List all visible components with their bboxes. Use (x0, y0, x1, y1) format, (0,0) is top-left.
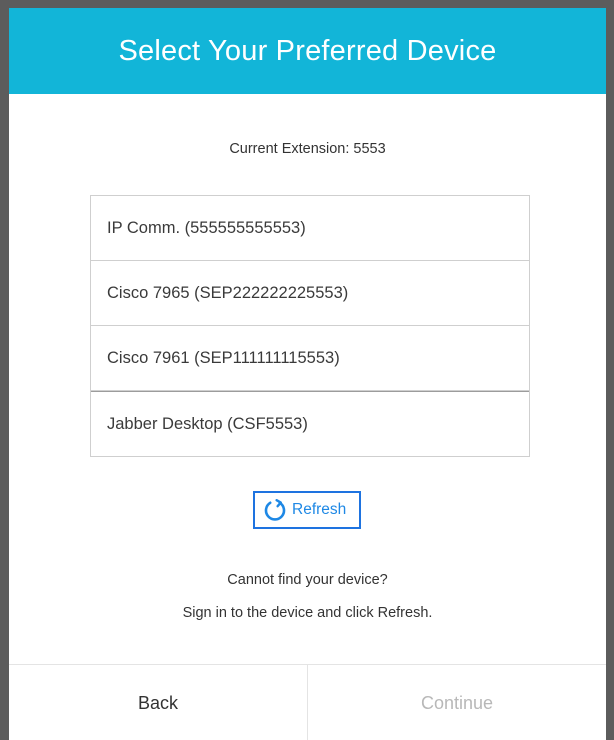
continue-button[interactable]: Continue (308, 665, 606, 740)
device-option-label: Cisco 7961 (SEP111111115553) (107, 348, 340, 367)
help-text-line-1: Cannot find your device? (227, 572, 388, 588)
dialog-title: Select Your Preferred Device (118, 34, 497, 67)
device-option-jabber-desktop[interactable]: Jabber Desktop (CSF5553) (91, 391, 529, 456)
device-selection-dialog: Select Your Preferred Device Current Ext… (9, 8, 606, 740)
help-text-line-2: Sign in to the device and click Refresh. (182, 605, 433, 621)
device-option-cisco-7965[interactable]: Cisco 7965 (SEP222222225553) (91, 261, 529, 326)
back-button[interactable]: Back (9, 665, 308, 740)
device-option-ip-comm[interactable]: IP Comm. (555555555553) (91, 196, 529, 261)
continue-label: Continue (420, 692, 494, 713)
window-frame: Select Your Preferred Device Current Ext… (0, 0, 614, 740)
refresh-button[interactable]: Refresh (253, 491, 361, 529)
dialog-header: Select Your Preferred Device (9, 8, 606, 94)
refresh-label: Refresh (292, 501, 347, 518)
device-list: IP Comm. (555555555553) Cisco 7965 (SEP2… (90, 195, 530, 457)
device-option-label: Cisco 7965 (SEP222222225553) (107, 283, 349, 302)
dialog-footer: Back Continue (9, 664, 606, 740)
back-label: Back (137, 692, 179, 713)
refresh-icon (263, 498, 287, 522)
device-option-label: IP Comm. (555555555553) (107, 218, 306, 237)
device-option-cisco-7961[interactable]: Cisco 7961 (SEP111111115553) (91, 326, 529, 391)
current-extension-label: Current Extension: 5553 (229, 141, 386, 157)
device-option-label: Jabber Desktop (CSF5553) (107, 414, 308, 433)
